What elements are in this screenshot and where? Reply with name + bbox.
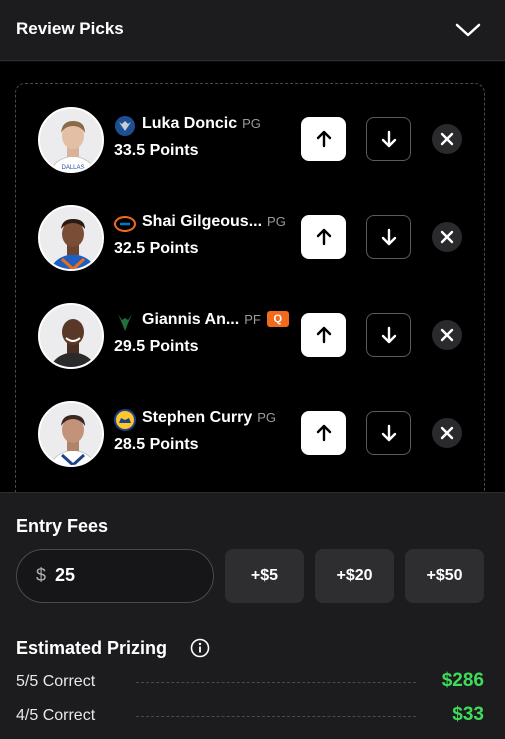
more-button[interactable] xyxy=(301,215,346,259)
bucks-logo-icon xyxy=(114,311,136,333)
avatar xyxy=(38,303,104,369)
entry-panel: Entry Fees $ 25 +$5 +$20 +$50 Estimated … xyxy=(0,492,505,739)
prize-amount: $286 xyxy=(441,670,484,691)
player-position: PG xyxy=(242,116,261,131)
picks-area: DALLAS Luka Doncic PG 33.5 Points Shai G… xyxy=(0,62,505,503)
pick-row: Shai Gilgeous... PG 32.5 Points xyxy=(16,203,486,273)
player-name: Luka Doncic PG xyxy=(142,115,261,132)
remove-pick-button[interactable] xyxy=(432,222,462,252)
player-position: PF xyxy=(244,312,261,327)
more-button[interactable] xyxy=(301,411,346,455)
svg-text:DALLAS: DALLAS xyxy=(61,165,84,171)
close-icon xyxy=(440,328,454,342)
more-button[interactable] xyxy=(301,117,346,161)
player-name: Giannis An... PF Q xyxy=(142,311,289,329)
arrow-up-icon xyxy=(316,326,331,344)
dotted-leader xyxy=(136,682,416,683)
chevron-down-icon[interactable] xyxy=(452,16,484,44)
prize-row: 5/5 Correct $286 xyxy=(16,670,484,694)
remove-pick-button[interactable] xyxy=(432,124,462,154)
less-button[interactable] xyxy=(366,411,411,455)
arrow-up-icon xyxy=(316,228,331,246)
close-icon xyxy=(440,230,454,244)
less-button[interactable] xyxy=(366,215,411,259)
remove-pick-button[interactable] xyxy=(432,418,462,448)
player-name: Shai Gilgeous... PG xyxy=(142,213,286,230)
questionable-badge: Q xyxy=(266,311,289,327)
player-position: PG xyxy=(267,214,286,229)
add-20-button[interactable]: +$20 xyxy=(315,549,394,603)
add-50-button[interactable]: +$50 xyxy=(405,549,484,603)
entry-fee-input[interactable]: $ 25 xyxy=(16,549,214,603)
arrow-down-icon xyxy=(381,228,396,246)
player-line: 33.5 Points xyxy=(114,142,199,159)
player-line: 32.5 Points xyxy=(114,240,199,257)
pick-row: Giannis An... PF Q 29.5 Points xyxy=(16,301,486,371)
mavericks-logo-icon xyxy=(114,115,136,137)
close-icon xyxy=(440,132,454,146)
less-button[interactable] xyxy=(366,117,411,161)
prize-row: 4/5 Correct $33 xyxy=(16,704,484,728)
review-picks-header[interactable]: Review Picks xyxy=(0,0,505,61)
currency-symbol: $ xyxy=(36,565,47,585)
warriors-logo-icon xyxy=(114,409,136,431)
arrow-down-icon xyxy=(381,326,396,344)
entry-fee-value: 25 xyxy=(55,565,76,585)
arrow-down-icon xyxy=(381,424,396,442)
picks-list: DALLAS Luka Doncic PG 33.5 Points Shai G… xyxy=(15,83,485,503)
player-line: 28.5 Points xyxy=(114,436,199,453)
arrow-down-icon xyxy=(381,130,396,148)
prize-label: 5/5 Correct xyxy=(16,673,96,690)
dotted-leader xyxy=(136,716,416,717)
arrow-up-icon xyxy=(316,424,331,442)
player-position: PG xyxy=(257,410,277,425)
player-name: Stephen Curry PG xyxy=(142,409,277,426)
prize-amount: $33 xyxy=(452,704,484,725)
thunder-logo-icon xyxy=(114,213,136,235)
entry-fees-title: Entry Fees xyxy=(16,516,109,536)
remove-pick-button[interactable] xyxy=(432,320,462,350)
avatar: DALLAS xyxy=(38,107,104,173)
pick-row: DALLAS Luka Doncic PG 33.5 Points xyxy=(16,105,486,175)
player-line: 29.5 Points xyxy=(114,338,199,355)
pick-row: Stephen Curry PG 28.5 Points xyxy=(16,399,486,469)
avatar xyxy=(38,401,104,467)
info-icon[interactable] xyxy=(190,638,210,658)
close-icon xyxy=(440,426,454,440)
add-5-button[interactable]: +$5 xyxy=(225,549,304,603)
estimated-prizing-title: Estimated Prizing xyxy=(16,638,168,658)
avatar xyxy=(38,205,104,271)
page-title: Review Picks xyxy=(16,19,124,38)
less-button[interactable] xyxy=(366,313,411,357)
more-button[interactable] xyxy=(301,313,346,357)
prize-label: 4/5 Correct xyxy=(16,707,96,724)
arrow-up-icon xyxy=(316,130,331,148)
